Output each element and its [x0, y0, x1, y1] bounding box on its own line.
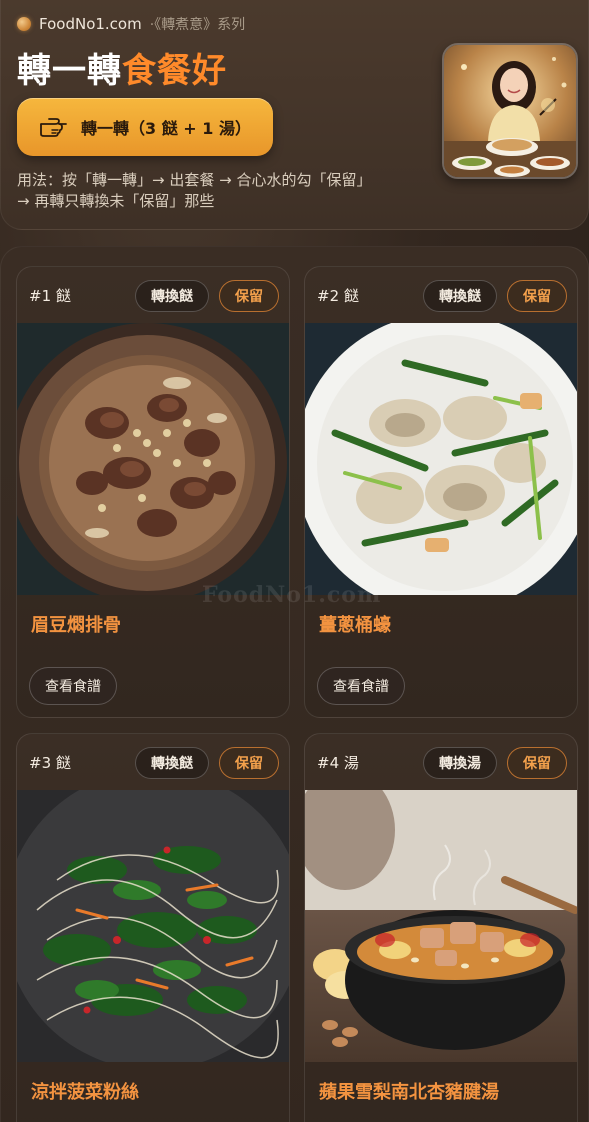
title-part-2: 食餐好 [122, 50, 227, 91]
apple-pear-pork-soup-photo-icon [305, 790, 577, 1062]
keep-toggle[interactable]: 保留 [507, 747, 567, 779]
card-index: #1 餸 [29, 287, 71, 305]
keep-toggle[interactable]: 保留 [219, 747, 279, 779]
spinach-vermicelli-photo-icon [17, 790, 289, 1062]
dish-name: 涼拌菠菜粉絲 [31, 1082, 139, 1103]
card-index: #2 餸 [317, 287, 359, 305]
keep-toggle[interactable]: 保留 [219, 280, 279, 312]
title-part-1: 轉一轉 [17, 50, 122, 91]
dish-card-3: #3 餸 轉換餸 保留 涼拌菠菜粉絲 [16, 733, 290, 1122]
spin-button[interactable]: 轉一轉（3 餸 + 1 湯） [17, 98, 273, 156]
card-index: #3 餸 [29, 754, 71, 772]
dish-card-1: #1 餸 轉換餸 保留 眉豆燜排骨 查看食譜 [16, 266, 290, 718]
usage-line-2: → 再轉只轉換未「保留」那些 [17, 192, 215, 210]
dish-name: 蘋果雪梨南北杏豬腱湯 [319, 1082, 499, 1103]
braised-ribs-photo-icon [17, 323, 289, 595]
swap-soup-button[interactable]: 轉換湯 [423, 747, 497, 779]
card-header: #2 餸 轉換餸 保留 [305, 267, 577, 323]
header-panel: FoodNo1.com ·《轉煮意》系列 轉一轉 食餐好 轉一轉（3 餸 + 1… [0, 0, 589, 230]
menu-grid: #1 餸 轉換餸 保留 眉豆燜排骨 查看食譜 #2 餸 轉換餸 保留 薑蔥桶蠔 … [0, 246, 589, 1122]
pointing-hand-icon [39, 116, 69, 138]
dish-name: 薑蔥桶蠔 [319, 615, 391, 636]
dish-card-2: #2 餸 轉換餸 保留 薑蔥桶蠔 查看食譜 [304, 266, 578, 718]
swap-dish-button[interactable]: 轉換餸 [135, 280, 209, 312]
usage-instructions: 用法：按「轉一轉」→ 出套餐 → 合心水的勾「保留」 → 再轉只轉換未「保留」那… [17, 170, 437, 212]
ginger-scallion-oysters-photo-icon [305, 323, 577, 595]
soup-card-4: #4 湯 轉換湯 保留 蘋果雪梨南北杏豬腱湯 [304, 733, 578, 1122]
chef-avatar [442, 43, 578, 179]
page-title: 轉一轉 食餐好 [17, 44, 227, 91]
brand-series: ·《轉煮意》系列 [149, 17, 246, 33]
card-header: #1 餸 轉換餸 保留 [17, 267, 289, 323]
watermark: FoodNo1.com [202, 582, 382, 608]
view-recipe-button[interactable]: 查看食譜 [29, 667, 117, 705]
spin-button-label: 轉一轉（3 餸 + 1 湯） [81, 119, 251, 138]
usage-line-1: 用法：按「轉一轉」→ 出套餐 → 合心水的勾「保留」 [17, 171, 372, 189]
swap-dish-button[interactable]: 轉換餸 [423, 280, 497, 312]
brand-logo-icon [17, 17, 31, 31]
brand-site[interactable]: FoodNo1.com [39, 15, 142, 33]
swap-dish-button[interactable]: 轉換餸 [135, 747, 209, 779]
view-recipe-button[interactable]: 查看食譜 [317, 667, 405, 705]
card-header: #3 餸 轉換餸 保留 [17, 734, 289, 790]
brand-row: FoodNo1.com ·《轉煮意》系列 [17, 12, 245, 36]
card-header: #4 湯 轉換湯 保留 [305, 734, 577, 790]
card-index: #4 湯 [317, 754, 359, 772]
keep-toggle[interactable]: 保留 [507, 280, 567, 312]
dish-name: 眉豆燜排骨 [31, 615, 121, 636]
